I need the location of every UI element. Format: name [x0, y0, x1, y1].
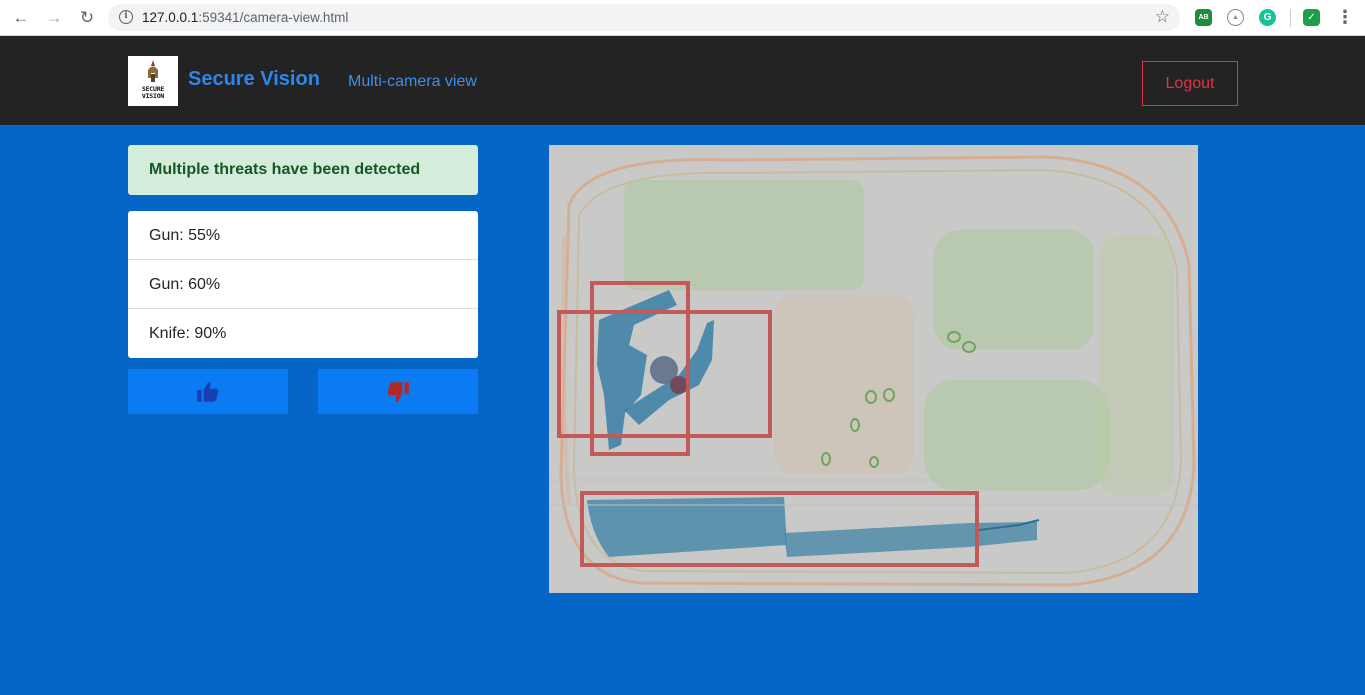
drive-icon[interactable]: ▲ [1227, 9, 1244, 26]
chrome-menu-icon[interactable]: ⋮ [1336, 7, 1354, 27]
list-item: Gun: 55% [128, 211, 478, 260]
address-bar[interactable]: i 127.0.0.1:59341/camera-view.html ☆ [108, 4, 1180, 31]
info-icon[interactable]: i [119, 10, 133, 24]
forward-icon[interactable]: → [42, 6, 66, 30]
grammarly-icon[interactable]: G [1259, 9, 1276, 26]
thumbs-down-icon [387, 381, 409, 402]
approve-button[interactable] [128, 369, 288, 414]
reload-icon[interactable]: ↻ [75, 6, 99, 30]
xray-image [549, 145, 1198, 593]
toolbar-separator [1290, 9, 1291, 27]
shield-check-icon[interactable]: ✓ [1303, 9, 1320, 26]
url-text[interactable]: 127.0.0.1:59341/camera-view.html [142, 10, 348, 25]
url-path: :59341/camera-view.html [198, 10, 349, 25]
logout-button[interactable]: Logout [1142, 61, 1238, 106]
back-icon[interactable]: ← [9, 6, 33, 30]
detection-box [580, 491, 979, 567]
reject-button[interactable] [318, 369, 478, 414]
logo-text-bottom: VISION [141, 92, 165, 100]
browser-toolbar: ← → ↻ i 127.0.0.1:59341/camera-view.html… [0, 0, 1365, 36]
brand-title[interactable]: Secure Vision [188, 68, 320, 91]
nav-link-multi-camera[interactable]: Multi-camera view [348, 73, 477, 91]
logo[interactable]: SECURE VISION [128, 56, 178, 106]
detection-box [590, 281, 690, 456]
helmet-icon [148, 60, 158, 82]
url-host: 127.0.0.1 [142, 10, 199, 25]
detections-list: Gun: 55% Gun: 60% Knife: 90% [128, 211, 478, 358]
threat-alert: Multiple threats have been detected [128, 145, 478, 195]
list-item: Knife: 90% [149, 325, 227, 342]
adblock-icon[interactable]: AB [1195, 9, 1212, 26]
thumbs-up-icon [197, 381, 219, 402]
bookmark-star-icon[interactable]: ☆ [1155, 7, 1170, 27]
app-navbar: SECURE VISION Secure Vision Multi-camera… [0, 36, 1365, 125]
list-item: Gun: 60% [128, 260, 478, 309]
